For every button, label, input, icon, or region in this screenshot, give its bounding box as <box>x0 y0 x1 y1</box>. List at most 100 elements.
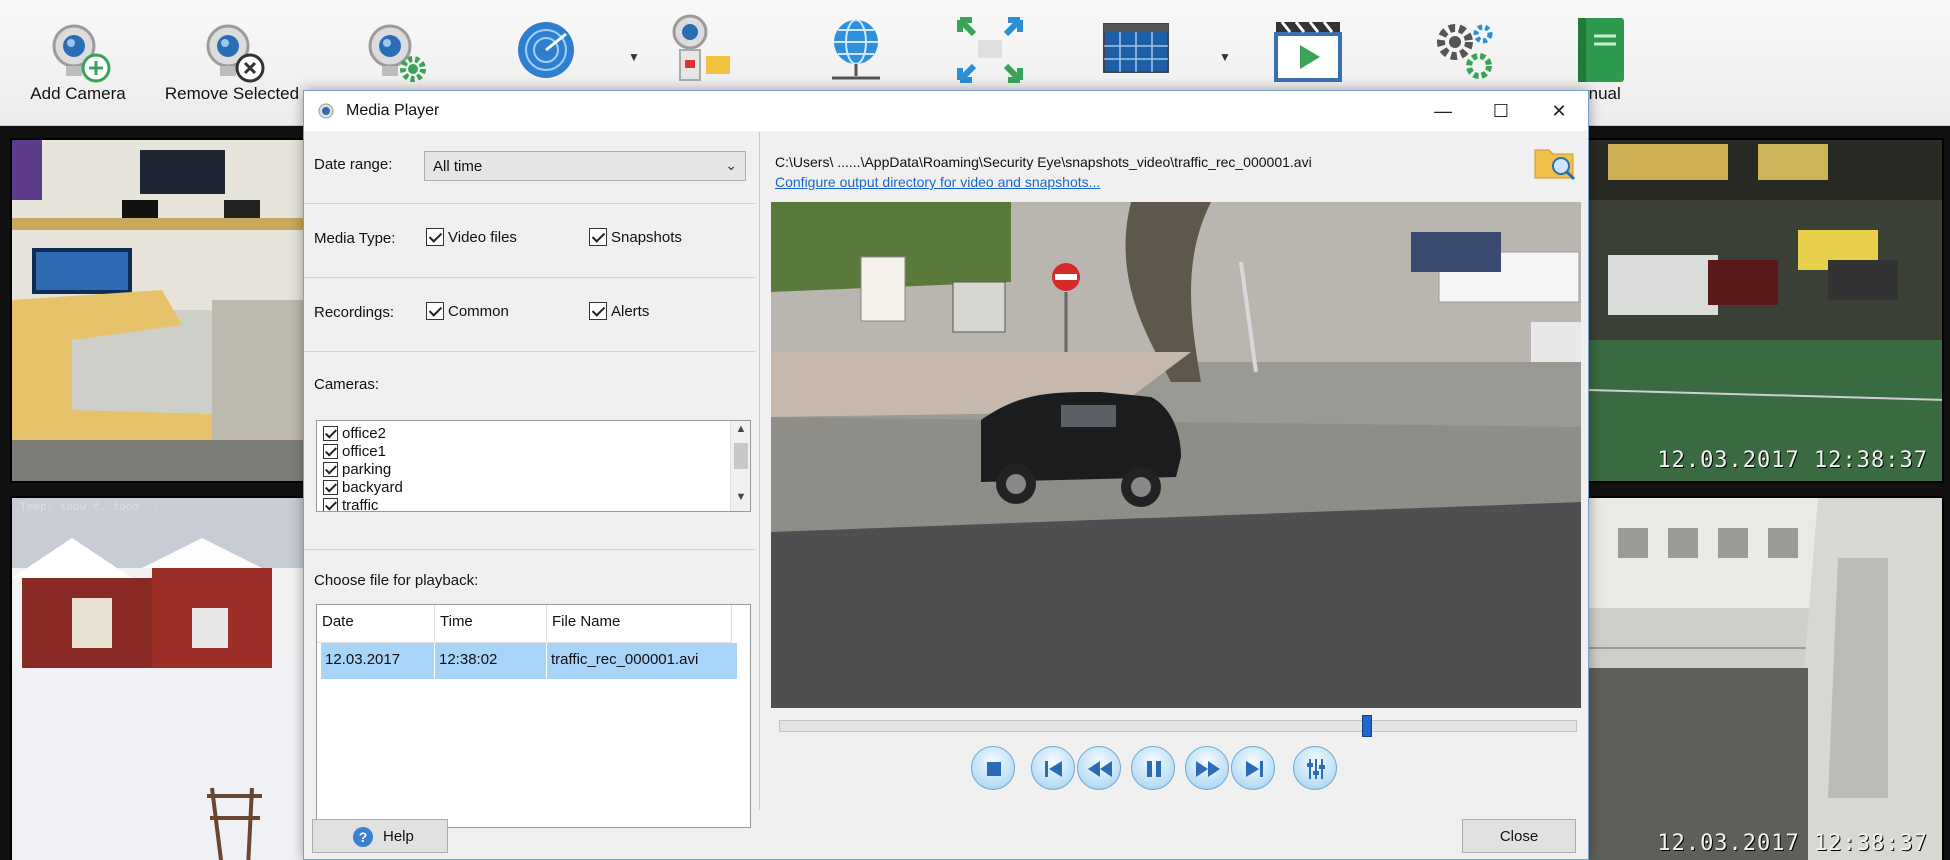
skip-to-end-button[interactable] <box>1231 746 1275 790</box>
stop-icon <box>987 762 1001 776</box>
checkbox-checked-icon <box>589 302 607 320</box>
video-frame[interactable] <box>771 202 1581 708</box>
window-titlebar: Media Player — ☐ ✕ <box>304 91 1588 131</box>
file-path: C:\Users\ ......\AppData\Roaming\Securit… <box>775 154 1312 170</box>
recordings-label: Recordings: <box>314 304 395 321</box>
camera-view-parking[interactable]: 12.03.2017 12:38:37 <box>1586 138 1944 483</box>
close-label: Close <box>1499 828 1539 845</box>
list-item[interactable]: backyard <box>323 478 403 496</box>
backyard-camera-feed <box>12 498 303 860</box>
camera-name: backyard <box>342 478 403 496</box>
help-button[interactable]: ? Help <box>312 819 448 853</box>
recordings-section: Recordings: Common Alerts <box>304 278 756 352</box>
stop-button[interactable] <box>971 746 1015 790</box>
camera-settings-icon <box>368 24 426 82</box>
pane-divider <box>759 132 760 810</box>
alerts-checkbox[interactable]: Alerts <box>589 302 649 320</box>
minimize-button[interactable]: — <box>1414 91 1472 131</box>
skip-forward-icon <box>1246 761 1263 777</box>
camera-name: office1 <box>342 442 386 460</box>
traffic-video-frame <box>771 202 1581 708</box>
snapshots-checkbox[interactable]: Snapshots <box>589 228 682 246</box>
parking-camera-feed <box>1588 140 1942 481</box>
date-range-select[interactable]: All time ⌄ <box>424 151 746 181</box>
list-item[interactable]: parking <box>323 460 391 478</box>
fast-forward-button[interactable] <box>1185 746 1229 790</box>
close-button[interactable]: Close <box>1462 819 1576 853</box>
rewind-button[interactable] <box>1077 746 1121 790</box>
media-type-label: Media Type: <box>314 230 396 247</box>
camera-name: traffic <box>342 496 379 512</box>
table-row[interactable]: 12.03.2017 12:38:02 traffic_rec_000001.a… <box>321 643 737 679</box>
help-icon: ? <box>353 827 373 847</box>
camera-list[interactable]: office2 office1 parking backyard traffic… <box>316 420 751 512</box>
filter-panel: Date range: All time ⌄ Media Type: Video… <box>304 132 756 828</box>
cameras-label: Cameras: <box>314 376 380 393</box>
media-player-app-icon <box>318 103 334 119</box>
remove-selected-label: Remove Selected <box>164 84 300 103</box>
remove-camera-icon <box>206 24 265 83</box>
skip-to-start-button[interactable] <box>1031 746 1075 790</box>
checkbox-checked-icon <box>323 425 338 441</box>
scroll-down-icon[interactable]: ▼ <box>731 491 750 509</box>
camera-view-backyard[interactable]: Temp: snow f. food ... <box>10 496 305 860</box>
checkbox-checked-icon <box>589 228 607 246</box>
office2-timestamp: 12.03.2017 12:38:37 <box>1657 831 1928 856</box>
snapshots-label: Snapshots <box>611 228 682 246</box>
date-range-section: Date range: All time ⌄ <box>304 132 756 204</box>
checkbox-checked-icon <box>426 302 444 320</box>
add-camera-button[interactable]: Add Camera <box>0 8 158 118</box>
list-item[interactable]: office1 <box>323 442 386 460</box>
column-header-file-name[interactable]: File Name <box>547 605 732 643</box>
add-camera-label: Add Camera <box>30 84 126 103</box>
scroll-thumb[interactable] <box>734 443 748 469</box>
row-date: 12.03.2017 <box>321 643 435 679</box>
help-label: Help <box>383 828 414 845</box>
camera-name: parking <box>342 460 392 478</box>
maximize-button[interactable]: ☐ <box>1472 91 1530 131</box>
list-item[interactable]: traffic <box>323 496 379 512</box>
add-camera-icon <box>52 24 111 83</box>
date-range-label: Date range: <box>314 156 393 173</box>
date-range-value: All time <box>433 158 483 175</box>
camera-list-scrollbar[interactable]: ▲ ▼ <box>730 421 750 511</box>
seek-bar[interactable] <box>779 715 1577 737</box>
close-window-button[interactable]: ✕ <box>1530 91 1588 131</box>
camera-view-office[interactable] <box>10 138 305 483</box>
office-camera-feed <box>12 140 303 481</box>
checkbox-checked-icon <box>323 443 338 459</box>
backyard-camera-text: Temp: snow f. food ... <box>20 500 166 513</box>
alerts-label: Alerts <box>611 302 650 320</box>
column-header-time[interactable]: Time <box>435 605 547 643</box>
scroll-up-icon[interactable]: ▲ <box>731 423 750 441</box>
choose-file-label: Choose file for playback: <box>314 572 479 589</box>
media-player-icon <box>1274 21 1342 82</box>
camera-view-office2[interactable]: 12.03.2017 12:38:37 <box>1586 496 1944 860</box>
office2-camera-feed <box>1588 498 1942 860</box>
skip-back-icon <box>1045 761 1062 777</box>
chevron-down-icon: ⌄ <box>725 157 737 173</box>
volume-settings-button[interactable] <box>1293 746 1337 790</box>
manual-book-icon <box>1578 18 1624 82</box>
settings-icon <box>1437 24 1493 79</box>
checkbox-checked-icon <box>323 461 338 477</box>
pause-icon <box>1147 761 1161 777</box>
playback-file-table: Date Time File Name 12.03.2017 12:38:02 … <box>316 604 751 828</box>
video-files-checkbox[interactable]: Video files <box>426 228 517 246</box>
list-item[interactable]: office2 <box>323 424 386 442</box>
radar-icon <box>518 22 574 78</box>
configure-output-link[interactable]: Configure output directory for video and… <box>775 174 1100 190</box>
remove-selected-button[interactable]: Remove Selected <box>152 8 312 118</box>
common-checkbox[interactable]: Common <box>426 302 509 320</box>
column-header-date[interactable]: Date <box>317 605 435 643</box>
checkbox-checked-icon <box>323 497 338 511</box>
seek-bar-thumb[interactable] <box>1361 715 1372 737</box>
pause-button[interactable] <box>1131 746 1175 790</box>
row-file-name: traffic_rec_000001.avi <box>551 651 699 668</box>
row-time: 12:38:02 <box>435 643 547 679</box>
open-folder-icon[interactable] <box>1533 142 1577 182</box>
camera-name: office2 <box>342 424 386 442</box>
rewind-icon <box>1088 761 1112 777</box>
parking-timestamp: 12.03.2017 12:38:37 <box>1657 448 1928 473</box>
common-label: Common <box>448 302 509 320</box>
